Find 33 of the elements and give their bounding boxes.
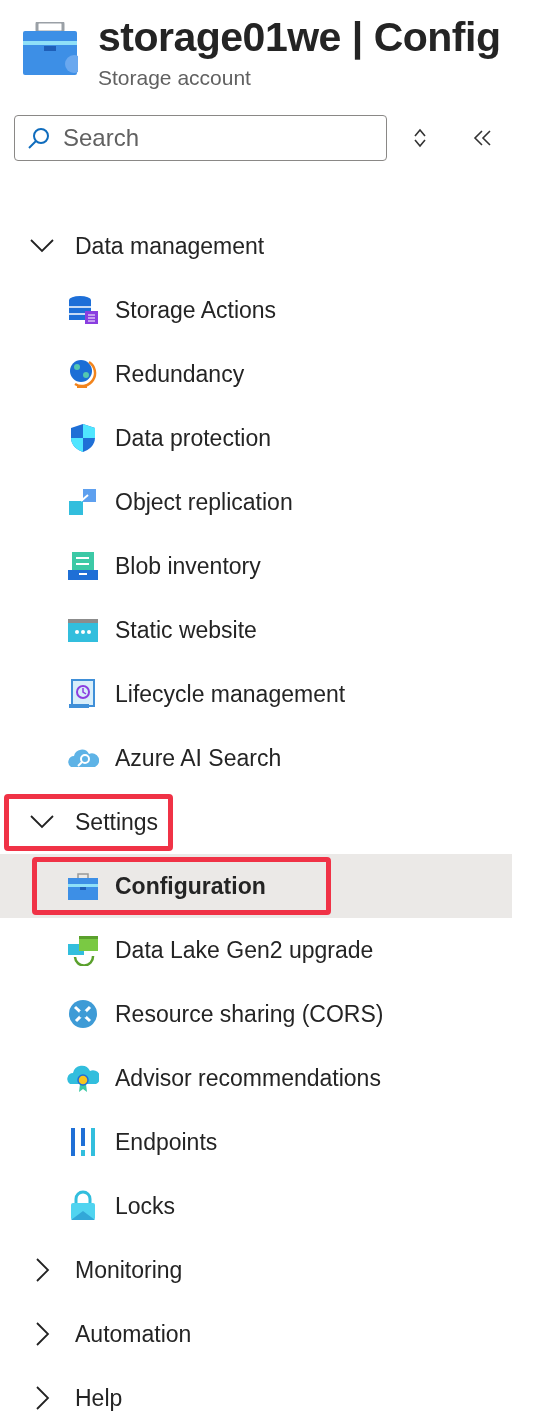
briefcase-icon	[67, 870, 99, 902]
nav-item[interactable]: Object replication	[32, 473, 358, 531]
briefcase-icon	[22, 22, 78, 76]
page-subtitle: Storage account	[98, 66, 252, 90]
collapse-menu-icon[interactable]	[473, 129, 493, 147]
search-icon	[27, 126, 51, 150]
nav-item[interactable]: Locks	[32, 1177, 241, 1235]
nav-item[interactable]: Blob inventory	[32, 537, 326, 595]
nav-item[interactable]: Configuration	[32, 857, 331, 915]
nav-item[interactable]: Advisor recommendations	[32, 1049, 446, 1107]
nav-group[interactable]: Data management	[4, 217, 280, 275]
nav-item[interactable]: Data protection	[32, 409, 336, 467]
nav-item[interactable]: Storage Actions	[32, 281, 342, 339]
nav-item[interactable]: Resource sharing (CORS)	[32, 985, 449, 1043]
nav-item[interactable]: Endpoints	[32, 1113, 283, 1171]
nav-item[interactable]: Static website	[32, 601, 322, 659]
cubes-icon	[67, 486, 99, 518]
nav-item[interactable]: Azure AI Search	[32, 729, 347, 787]
folder-sync-icon	[67, 934, 99, 966]
inventory-icon	[67, 550, 99, 582]
globe-icon	[67, 358, 99, 390]
nav-item[interactable]: Lifecycle management	[32, 665, 411, 723]
expand-collapse-icon[interactable]	[413, 127, 427, 149]
nav-item[interactable]: Data Lake Gen2 upgrade	[32, 921, 439, 979]
nav-group[interactable]: Monitoring	[4, 1241, 198, 1299]
nav-group[interactable]: Settings	[4, 793, 174, 851]
search-field[interactable]: Search	[14, 115, 387, 161]
page-title: storage01we | Config	[98, 14, 501, 60]
nav-group[interactable]: Automation	[4, 1305, 207, 1363]
network-icon	[67, 998, 99, 1030]
database-icon	[67, 294, 99, 326]
nav-group[interactable]: Help	[4, 1369, 138, 1427]
nav-item[interactable]: Redundancy	[32, 345, 310, 403]
